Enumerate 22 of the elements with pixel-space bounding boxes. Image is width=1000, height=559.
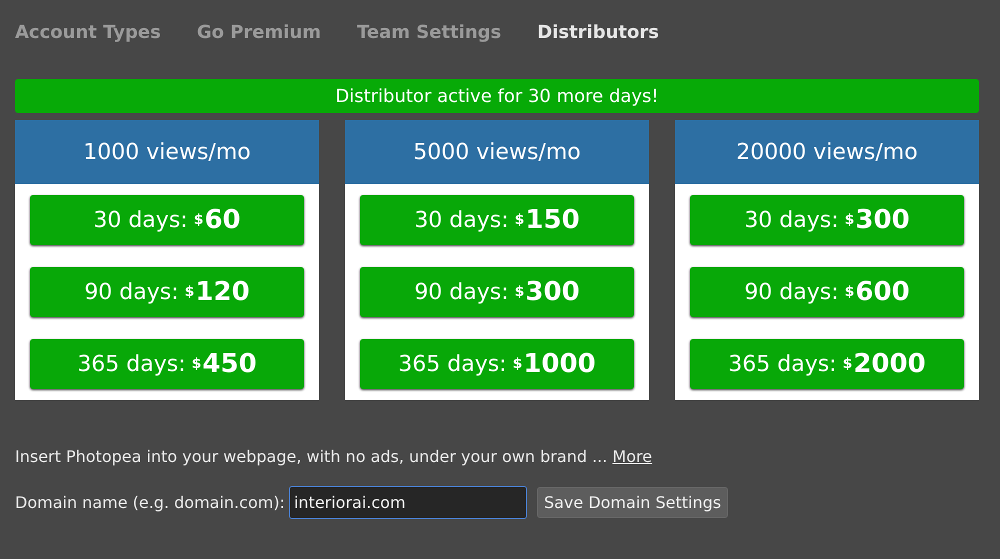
buy-button[interactable]: 30 days: $^{$}$150 — [360, 195, 634, 245]
buy-button[interactable]: 30 days: $^{$}$60 — [30, 195, 304, 245]
tab[interactable]: Team Settings — [357, 22, 502, 42]
buy-button[interactable]: 30 days: $^{$}$300 — [690, 195, 964, 245]
status-banner: Distributor active for 30 more days! — [15, 79, 979, 113]
buy-button[interactable]: 90 days: $^{$}$600 — [690, 267, 964, 317]
tab[interactable]: Go Premium — [196, 22, 322, 42]
tab[interactable]: Account Types — [15, 22, 161, 42]
buy-button[interactable]: 90 days: $^{$}$300 — [360, 267, 634, 317]
buy-button[interactable]: 90 days: $^{$}$120 — [30, 267, 304, 317]
save-button[interactable]: Save Domain Settings — [536, 487, 728, 518]
domain-input[interactable]: interiorai.com — [288, 486, 527, 519]
more-link[interactable]: More — [612, 447, 652, 466]
tab[interactable]: Distributors — [537, 22, 659, 42]
plan-title: 5000 views/mo — [345, 120, 649, 184]
plan-title: 1000 views/mo — [15, 120, 319, 184]
buy-button[interactable]: 365 days: $^{$}$450 — [30, 339, 304, 389]
buy-button[interactable]: 365 days: $^{$}$2000 — [690, 339, 964, 389]
info-text: Insert Photopea into your webpage, with no ads, under your own brand ... More — [15, 447, 654, 466]
plan-title: 20000 views/mo — [675, 120, 979, 184]
domain-label: Domain name (e.g. domain.com): — [15, 493, 285, 512]
buy-button[interactable]: 365 days: $^{$}$1000 — [360, 339, 634, 389]
